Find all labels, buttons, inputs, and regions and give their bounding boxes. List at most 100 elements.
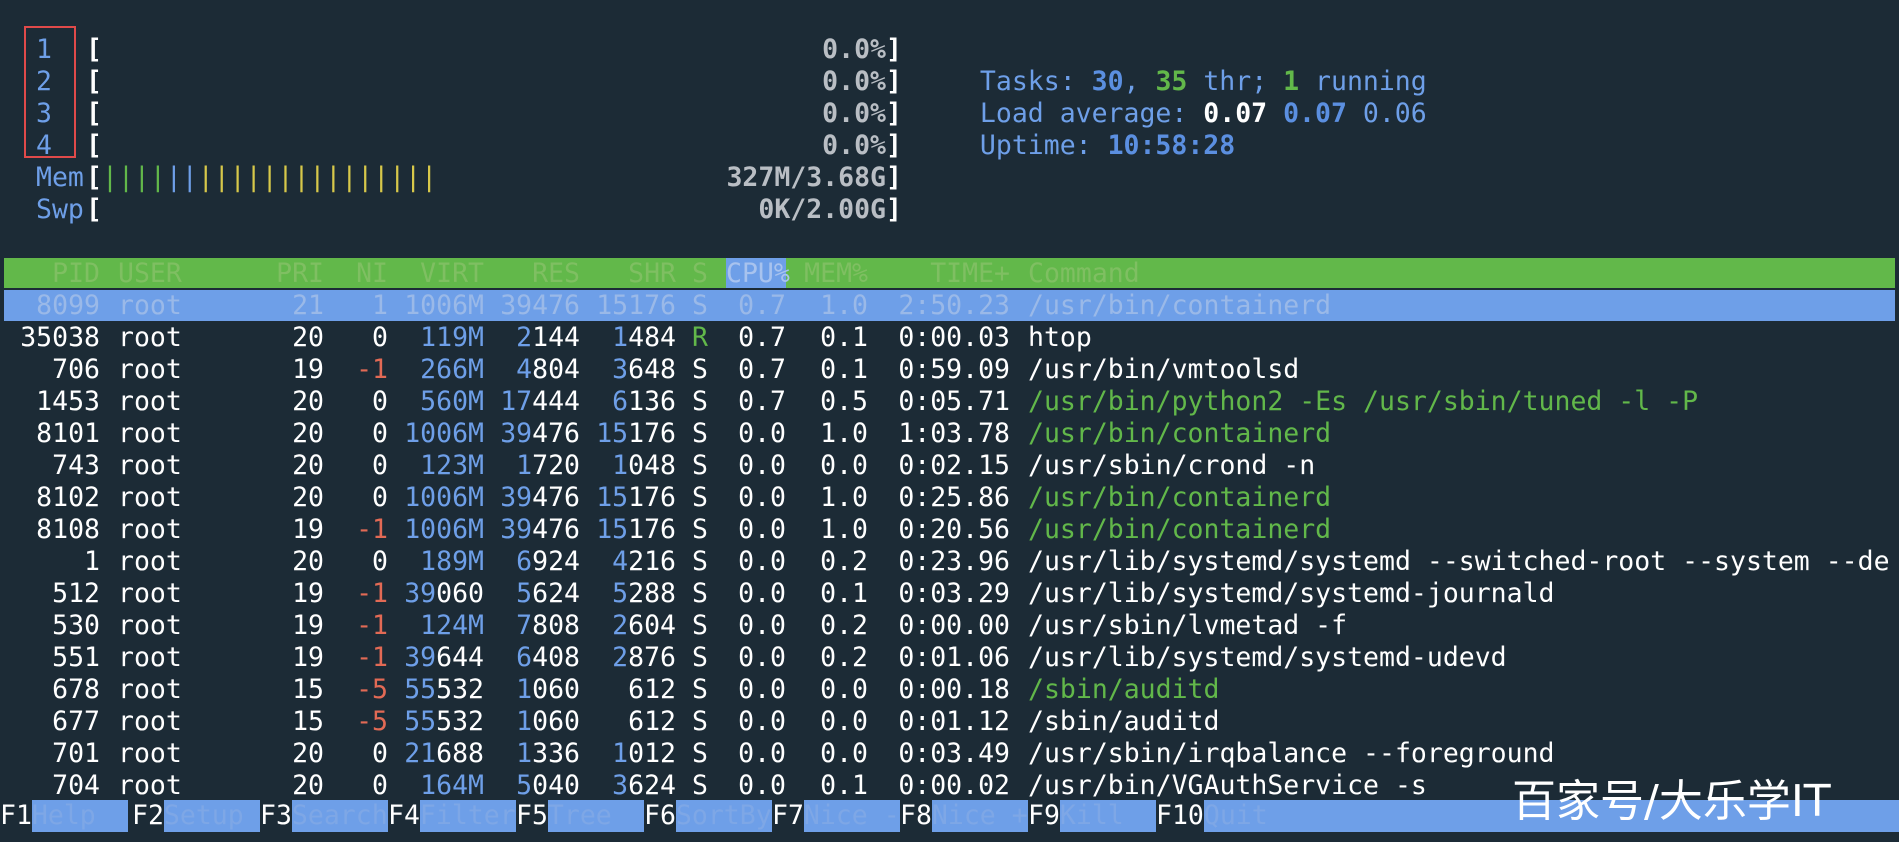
row-cpu: 0.0 — [738, 578, 786, 609]
row-virt: 124M — [420, 610, 484, 641]
cpu-number: 1 — [36, 34, 52, 65]
col-pid[interactable]: PID — [4, 258, 100, 290]
load-average: Load average: 0.07 0.07 0.06 — [948, 66, 1427, 129]
row-pid: 8101 — [36, 418, 100, 449]
row-res: 7808 — [516, 610, 580, 641]
cpu-close-bracket: ] — [886, 130, 902, 161]
fkey-f9[interactable]: F9Kill — [1028, 800, 1156, 832]
column-header[interactable]: PID USER PRI NI VIRT RES SHR S CPU% MEM%… — [0, 258, 1140, 290]
col-mem[interactable]: MEM% — [790, 258, 868, 290]
row-pri: 20 — [292, 322, 324, 353]
row-time: 0:00.02 — [898, 770, 1010, 801]
row-shr: 15176 — [596, 514, 676, 545]
row-virt: 1006M — [404, 290, 484, 321]
row-pri: 19 — [292, 514, 324, 545]
row-shr: 15176 — [596, 290, 676, 321]
row-user: root — [118, 418, 182, 449]
fkey-f2[interactable]: F2Setup — [132, 800, 260, 832]
row-cpu: 0.7 — [738, 354, 786, 385]
row-ni: 0 — [372, 322, 388, 353]
fkey-label: Kill — [1059, 800, 1156, 832]
row-user: root — [118, 738, 182, 769]
row-pid: 8108 — [36, 514, 100, 545]
fkey-label: Tree — [547, 800, 644, 832]
row-state: S — [692, 450, 708, 481]
swp-value: 0K/2.00G — [758, 194, 886, 225]
row-state: S — [692, 578, 708, 609]
row-mem: 0.1 — [820, 322, 868, 353]
row-res: 4804 — [516, 354, 580, 385]
fkey-key: F1 — [0, 800, 32, 831]
swp-close-bracket: ] — [886, 194, 902, 225]
fkey-f4[interactable]: F4Filter — [388, 800, 516, 832]
row-user: root — [118, 546, 182, 577]
row-user: root — [118, 354, 182, 385]
row-res: 6924 — [516, 546, 580, 577]
row-cpu: 0.0 — [738, 514, 786, 545]
col-ni[interactable]: NI — [336, 258, 388, 290]
row-shr: 1012 — [612, 738, 676, 769]
mem-open-bracket: [ — [86, 162, 102, 193]
row-virt: 164M — [420, 770, 484, 801]
row-state: S — [692, 674, 708, 705]
row-time: 0:20.56 — [898, 514, 1010, 545]
row-mem: 0.2 — [820, 642, 868, 673]
row-pid: 512 — [52, 578, 100, 609]
fkey-f1[interactable]: F1Help — [0, 800, 128, 832]
fkey-key: F9 — [1028, 800, 1060, 831]
row-shr: 15176 — [596, 418, 676, 449]
row-pid: 704 — [52, 770, 100, 801]
col-res[interactable]: RES — [488, 258, 580, 290]
fkey-label: Nice - — [803, 800, 900, 832]
row-pid: 677 — [52, 706, 100, 737]
row-res: 39476 — [500, 418, 580, 449]
row-ni: -5 — [356, 706, 388, 737]
fkey-label: Help — [31, 800, 128, 832]
col-time[interactable]: TIME+ — [880, 258, 1010, 290]
mem-close-bracket: ] — [886, 162, 902, 193]
row-time: 0:25.86 — [898, 482, 1010, 513]
fkey-key: F7 — [772, 800, 804, 831]
col-shr[interactable]: SHR — [584, 258, 676, 290]
row-cpu: 0.0 — [738, 546, 786, 577]
fkey-f8[interactable]: F8Nice + — [900, 800, 1028, 832]
fkey-f3[interactable]: F3Search — [260, 800, 388, 832]
load-5min: 0.07 — [1283, 98, 1347, 129]
row-state: S — [692, 386, 708, 417]
col-virt[interactable]: VIRT — [396, 258, 484, 290]
row-cpu: 0.0 — [738, 610, 786, 641]
row-pid: 551 — [52, 642, 100, 673]
row-command: /usr/bin/containerd — [1028, 514, 1332, 545]
fkey-label: Setup — [163, 800, 260, 832]
col-state[interactable]: S — [692, 258, 708, 290]
row-mem: 0.1 — [820, 354, 868, 385]
col-command[interactable]: Command — [1028, 258, 1140, 290]
row-command: /usr/sbin/lvmetad -f — [1028, 610, 1348, 641]
row-time: 0:05.71 — [898, 386, 1010, 417]
col-pri[interactable]: PRI — [260, 258, 324, 290]
fkey-key: F10 — [1156, 800, 1204, 831]
row-ni: -1 — [356, 642, 388, 673]
row-shr: 3624 — [612, 770, 676, 801]
row-shr: 15176 — [596, 482, 676, 513]
row-ni: 0 — [372, 738, 388, 769]
fkey-f7[interactable]: F7Nice - — [772, 800, 900, 832]
row-mem: 0.2 — [820, 546, 868, 577]
row-pid: 1453 — [36, 386, 100, 417]
row-time: 0:02.15 — [898, 450, 1010, 481]
row-time: 2:50.23 — [898, 290, 1010, 321]
row-virt: 21688 — [404, 738, 484, 769]
col-user[interactable]: USER — [118, 258, 182, 290]
fkey-f6[interactable]: F6SortBy — [644, 800, 772, 832]
row-time: 0:01.12 — [898, 706, 1010, 737]
row-time: 0:03.49 — [898, 738, 1010, 769]
col-cpu[interactable]: CPU% — [726, 258, 790, 290]
row-cpu: 0.0 — [738, 450, 786, 481]
fkey-f5[interactable]: F5Tree — [516, 800, 644, 832]
row-shr: 1484 — [612, 322, 676, 353]
row-state: S — [692, 290, 708, 321]
row-res: 1336 — [516, 738, 580, 769]
row-command: /usr/sbin/irqbalance --foreground — [1028, 738, 1555, 769]
row-pri: 20 — [292, 482, 324, 513]
row-pid: 530 — [52, 610, 100, 641]
